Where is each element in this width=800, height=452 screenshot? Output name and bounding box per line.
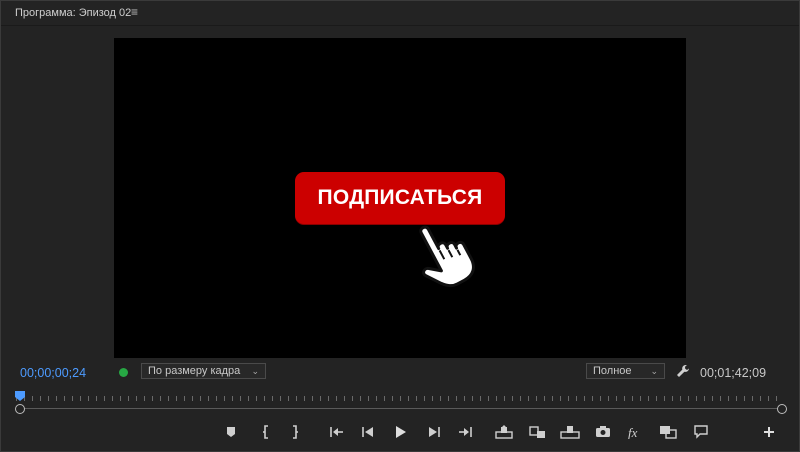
insert-icon[interactable]	[560, 422, 580, 442]
lift-icon[interactable]	[494, 422, 514, 442]
fit-dropdown[interactable]: По размеру кадра ⌄	[141, 363, 266, 379]
time-ruler[interactable]	[16, 392, 784, 402]
wrench-icon[interactable]	[676, 364, 690, 378]
mark-in-icon[interactable]	[256, 422, 276, 442]
step-back-icon[interactable]	[358, 422, 378, 442]
export-frame-icon[interactable]	[593, 422, 613, 442]
mark-out-icon[interactable]	[285, 422, 305, 442]
svg-text:fx: fx	[628, 425, 638, 439]
video-viewer[interactable]: ПОДПИСАТЬСЯ	[114, 38, 686, 358]
resolution-dropdown[interactable]: Полное ⌄	[586, 363, 665, 379]
resolution-dropdown-value: Полное	[593, 365, 632, 377]
chevron-down-icon: ⌄	[650, 366, 658, 376]
add-marker-icon[interactable]	[221, 422, 241, 442]
zoom-scroll-bar[interactable]	[20, 408, 782, 409]
go-to-in-icon[interactable]	[327, 422, 347, 442]
comment-icon[interactable]	[691, 422, 711, 442]
play-icon[interactable]	[391, 422, 411, 442]
panel-title[interactable]: Программа: Эпизод 02	[15, 7, 131, 19]
status-indicator-dot	[119, 368, 128, 377]
extract-icon[interactable]	[528, 422, 548, 442]
hamburger-menu-icon[interactable]: ≡	[131, 5, 138, 19]
add-button-icon[interactable]	[759, 422, 779, 442]
go-to-out-icon[interactable]	[455, 422, 475, 442]
fit-dropdown-value: По размеру кадра	[148, 365, 241, 377]
duration-timecode: 00;01;42;09	[700, 366, 767, 380]
current-timecode[interactable]: 00;00;00;24	[20, 366, 86, 380]
step-forward-icon[interactable]	[424, 422, 444, 442]
comparison-view-icon[interactable]	[658, 422, 678, 442]
panel-header: Программа: Эпизод 02 ≡	[1, 1, 799, 26]
zoom-handle-left[interactable]	[15, 404, 25, 414]
hand-pointer-icon	[419, 225, 475, 288]
fx-icon[interactable]: fx	[624, 422, 644, 442]
chevron-down-icon: ⌄	[251, 366, 259, 376]
playhead-icon[interactable]	[15, 391, 25, 401]
transport-controls: fx	[0, 422, 800, 444]
zoom-handle-right[interactable]	[777, 404, 787, 414]
ruler-ticks	[16, 396, 784, 401]
